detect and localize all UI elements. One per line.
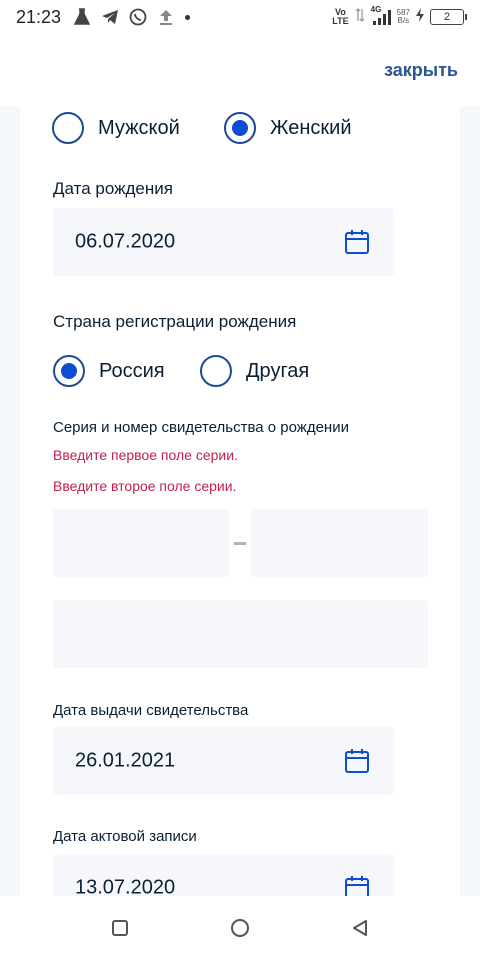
charging-icon (416, 7, 424, 27)
record-date-value: 13.07.2020 (75, 876, 176, 897)
birth-date-value: 06.07.2020 (75, 230, 176, 253)
back-button[interactable] (348, 916, 372, 940)
country-option-other[interactable]: Другая (200, 355, 309, 387)
more-notifications-icon (185, 14, 191, 20)
status-bar: 21:23 Vo LTE 4G 587 B/s 2 (0, 0, 480, 34)
form-card: Мужской Женский Дата рождения 06.07.2020… (20, 106, 460, 896)
issue-date-value: 26.01.2021 (75, 749, 176, 772)
series-part1-input[interactable] (53, 509, 230, 577)
volte-icon: Vo LTE (332, 7, 349, 26)
battery-icon: 2 (430, 9, 467, 25)
recent-apps-button[interactable] (108, 916, 132, 940)
radio-male[interactable] (52, 112, 84, 144)
network-speed: 587 B/s (396, 8, 410, 25)
gender-female-label: Женский (270, 116, 352, 139)
upload-icon (157, 8, 175, 26)
certificate-label: Серия и номер свидетельства о рождении (53, 419, 349, 436)
birth-country-label: Страна регистрации рождения (53, 312, 297, 331)
birth-date-label: Дата рождения (53, 179, 173, 198)
form-scroll-area[interactable]: Мужской Женский Дата рождения 06.07.2020… (0, 106, 480, 896)
gender-option-male[interactable]: Мужской (52, 112, 180, 144)
notification-icons (73, 8, 191, 26)
close-link[interactable]: закрыть (384, 60, 458, 81)
data-arrows-icon (355, 7, 365, 28)
birth-date-field[interactable]: 06.07.2020 (53, 208, 394, 276)
calendar-icon[interactable] (344, 875, 370, 896)
record-date-label: Дата актовой записи (53, 828, 197, 845)
record-date-field[interactable]: 13.07.2020 (53, 854, 394, 896)
series-part2-input[interactable] (251, 509, 428, 577)
issue-date-field[interactable]: 26.01.2021 (53, 727, 394, 795)
flask-icon (73, 8, 91, 26)
country-other-label: Другая (246, 359, 310, 382)
whatsapp-icon (129, 8, 147, 26)
system-icons: Vo LTE 4G 587 B/s 2 (332, 6, 467, 28)
home-button[interactable] (228, 916, 252, 940)
modal-header: закрыть (0, 34, 480, 106)
error-series-1: Введите первое поле серии. (53, 447, 238, 463)
system-navigation-bar (0, 896, 480, 960)
series-separator (234, 542, 246, 545)
calendar-icon[interactable] (344, 748, 370, 774)
gender-option-female[interactable]: Женский (224, 112, 351, 144)
issue-date-label: Дата выдачи свидетельства (53, 702, 249, 719)
calendar-icon[interactable] (344, 229, 370, 255)
signal-icon: 4G (371, 6, 391, 26)
country-option-russia[interactable]: Россия (53, 355, 165, 387)
country-russia-label: Россия (99, 359, 165, 382)
radio-other[interactable] (200, 355, 232, 387)
telegram-icon (101, 8, 119, 26)
radio-female[interactable] (224, 112, 256, 144)
certificate-number-input[interactable] (53, 600, 428, 668)
gender-male-label: Мужской (98, 116, 180, 139)
error-series-2: Введите второе поле серии. (53, 478, 237, 494)
radio-russia[interactable] (53, 355, 85, 387)
status-time: 21:23 (16, 6, 62, 27)
